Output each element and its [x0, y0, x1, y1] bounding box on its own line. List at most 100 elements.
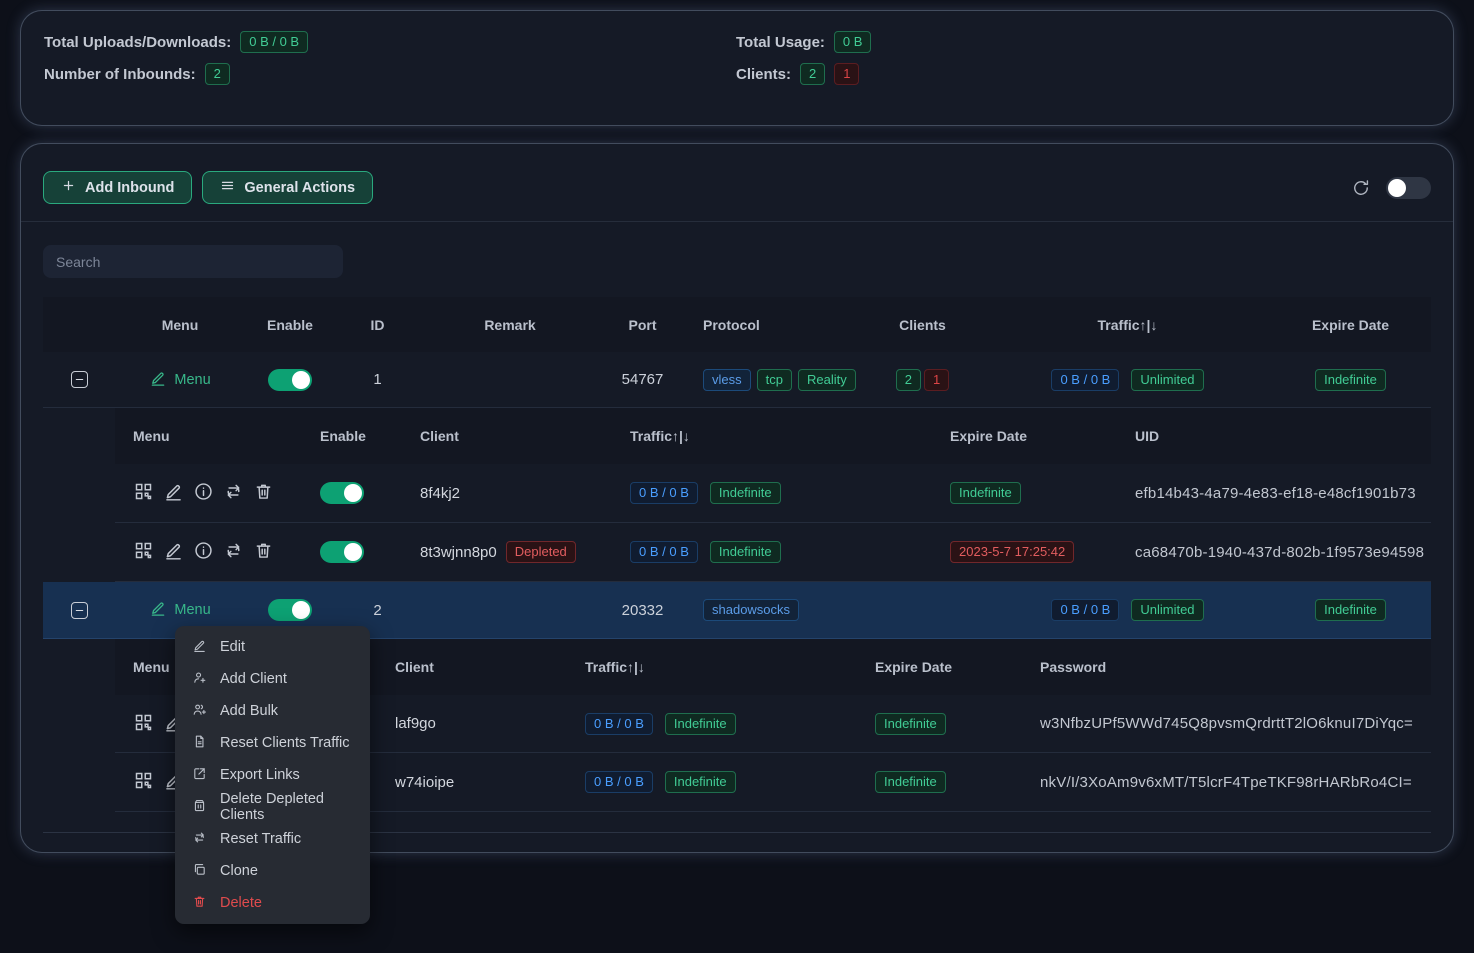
client-name: w74ioipe	[395, 774, 585, 791]
menu-item-label: Export Links	[220, 767, 300, 783]
menu-item-label: Add Bulk	[220, 703, 278, 719]
menu-item-label: Reset Traffic	[220, 831, 301, 847]
header-traffic[interactable]: Traffic↑|↓	[585, 659, 875, 675]
autorefresh-toggle[interactable]	[1386, 177, 1431, 199]
reset-traffic-icon[interactable]	[223, 540, 244, 564]
toggle-knob	[1388, 179, 1406, 197]
inbound-port: 20332	[600, 602, 685, 619]
protocol-tags: vless tcp Reality	[685, 369, 860, 391]
menu-item-add-client[interactable]: Add Client	[175, 663, 370, 695]
menu-item-label: Add Client	[220, 671, 287, 687]
clients-depleted-badge: 1	[924, 369, 949, 391]
client-actions	[115, 481, 305, 505]
header-id: ID	[335, 317, 420, 333]
collapse-icon[interactable]	[71, 371, 88, 388]
delete-icon[interactable]	[253, 481, 274, 505]
menu-item-delete-depleted-clients[interactable]: Delete Depleted Clients	[175, 791, 370, 823]
table-header-row: Menu Enable ID Remark Port Protocol Clie…	[43, 297, 1431, 352]
inbound-menu-trigger[interactable]: Menu	[115, 599, 245, 621]
client-uid: ca68470b-1940-437d-802b-1f9573e94598	[1135, 544, 1431, 561]
client-password: w3NfbzUPf5WWd745Q8pvsmQrdrttT2lO6knuI7Di…	[1040, 715, 1431, 732]
menu-item-edit[interactable]: Edit	[175, 631, 370, 663]
toggle-knob	[292, 371, 310, 389]
menu-item-label: Reset Clients Traffic	[220, 735, 349, 751]
edit-icon	[149, 369, 167, 391]
menu-item-reset-clients-traffic[interactable]: Reset Clients Traffic	[175, 727, 370, 759]
delete-icon[interactable]	[253, 540, 274, 564]
inbound-menu-label: Menu	[174, 372, 210, 388]
client-traffic-cell: 0 B / 0 B Indefinite	[630, 541, 950, 563]
qrcode-icon[interactable]	[133, 540, 154, 564]
client-uid: efb14b43-4a79-4e83-ef18-e48cf1901b73	[1135, 485, 1431, 502]
header-menu: Menu	[115, 317, 245, 333]
menu-item-label: Delete Depleted Clients	[220, 791, 353, 823]
qrcode-icon[interactable]	[133, 770, 154, 794]
protocol-tags: shadowsocks	[685, 599, 860, 621]
toolbar: Add Inbound General Actions	[43, 171, 1431, 204]
traffic-limit-badge: Unlimited	[1131, 599, 1203, 621]
inbound-id: 2	[335, 602, 420, 619]
delete-depleted-icon	[192, 798, 207, 817]
qrcode-icon[interactable]	[133, 712, 154, 736]
header-enable: Enable	[305, 428, 420, 444]
reset-traffic-icon[interactable]	[223, 481, 244, 505]
inbound-row-1[interactable]: Menu 1 54767 vless tcp Reality 2 1 0 B /…	[43, 352, 1431, 408]
usergroup-add-icon	[192, 702, 207, 721]
inbound-enable-toggle[interactable]	[268, 369, 312, 391]
qrcode-icon[interactable]	[133, 481, 154, 505]
menu-item-export-links[interactable]: Export Links	[175, 759, 370, 791]
edit-icon[interactable]	[163, 481, 184, 505]
menu-item-clone[interactable]: Clone	[175, 855, 370, 887]
add-inbound-label: Add Inbound	[85, 180, 174, 196]
export-icon	[192, 766, 207, 785]
sync-icon	[192, 830, 207, 849]
header-port: Port	[600, 317, 685, 333]
edit-icon	[192, 638, 207, 657]
plus-icon	[61, 178, 76, 197]
inbound-enable-toggle[interactable]	[268, 599, 312, 621]
header-client: Client	[395, 659, 585, 675]
user-add-icon	[192, 670, 207, 689]
edit-icon[interactable]	[163, 540, 184, 564]
header-expire-date: Expire Date	[1270, 317, 1431, 333]
traffic-badge: 0 B / 0 B	[585, 771, 653, 793]
header-traffic[interactable]: Traffic↑|↓	[630, 428, 950, 444]
stat-clients-depleted-badge: 1	[834, 63, 859, 85]
toggle-knob	[344, 543, 362, 561]
info-icon[interactable]	[193, 481, 214, 505]
client-name: laf9go	[395, 715, 585, 732]
client-actions	[115, 540, 305, 564]
general-actions-button[interactable]: General Actions	[202, 171, 373, 204]
file-reset-icon	[192, 734, 207, 753]
traffic-badge: 0 B / 0 B	[630, 541, 698, 563]
menu-item-label: Delete	[220, 895, 262, 911]
inbound-menu-trigger[interactable]: Menu	[115, 369, 245, 391]
expire-badge: Indefinite	[1315, 599, 1386, 621]
add-inbound-button[interactable]: Add Inbound	[43, 171, 192, 204]
stat-label: Total Usage:	[736, 34, 825, 51]
stats-card: Total Uploads/Downloads: 0 B / 0 B Total…	[20, 10, 1454, 126]
collapse-icon[interactable]	[71, 602, 88, 619]
traffic-total-badge: Indefinite	[710, 482, 781, 504]
header-clients: Clients	[860, 317, 985, 333]
stat-label: Clients:	[736, 66, 791, 83]
refresh-icon[interactable]	[1351, 178, 1371, 198]
stat-uploads-badge: 0 B / 0 B	[240, 31, 308, 53]
traffic-badge: 0 B / 0 B	[1051, 369, 1119, 391]
menu-item-delete[interactable]: Delete	[175, 887, 370, 919]
header-password: Password	[1040, 659, 1431, 675]
traffic-total-badge: Indefinite	[710, 541, 781, 563]
client-enable-toggle[interactable]	[320, 482, 364, 504]
info-icon[interactable]	[193, 540, 214, 564]
protocol-tag: shadowsocks	[703, 599, 799, 621]
depleted-badge: Depleted	[506, 541, 576, 563]
search-input[interactable]	[43, 245, 343, 278]
menu-item-add-bulk[interactable]: Add Bulk	[175, 695, 370, 727]
client-password: nkV/I/3XoAm9v6xMT/T5lcrF4TpeTKF98rHARbRo…	[1040, 774, 1431, 791]
header-traffic[interactable]: Traffic↑|↓	[985, 317, 1270, 333]
inbound-menu-label: Menu	[174, 602, 210, 618]
client-enable-toggle[interactable]	[320, 541, 364, 563]
menu-item-reset-traffic[interactable]: Reset Traffic	[175, 823, 370, 855]
menu-item-label: Clone	[220, 863, 258, 879]
client-traffic-cell: 0 B / 0 B Indefinite	[585, 713, 875, 735]
